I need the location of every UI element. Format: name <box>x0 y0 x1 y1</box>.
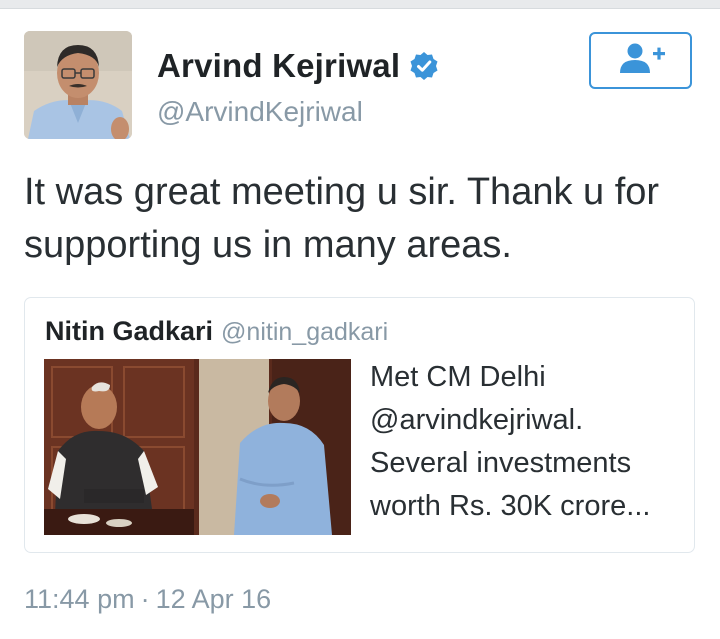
timestamp-time: 11:44 pm <box>24 584 135 614</box>
follow-button[interactable] <box>589 32 692 89</box>
quoted-author-name: Nitin Gadkari <box>45 316 214 346</box>
quoted-tweet[interactable]: Nitin Gadkari @nitin_gadkari Met CM Delh… <box>24 297 695 553</box>
tweet-text: It was great meeting u sir. Thank u for … <box>24 166 704 272</box>
verified-badge-icon <box>408 50 440 82</box>
tweet-text-line: It was great meeting u sir. Thank u for <box>24 171 660 213</box>
quoted-tweet-header: Nitin Gadkari @nitin_gadkari <box>45 316 388 347</box>
follow-user-icon <box>615 42 667 79</box>
quoted-tweet-text: Met CM Delhi @arvindkejriwal. Several in… <box>370 356 690 528</box>
author-display-name[interactable]: Arvind Kejriwal <box>157 47 400 85</box>
author-handle[interactable]: @ArvindKejriwal <box>157 96 363 128</box>
timestamp-separator: · <box>140 584 150 614</box>
tweet-card: Arvind Kejriwal @ArvindKejriwal It was g… <box>0 8 720 639</box>
tweet-text-line: supporting us in many areas. <box>24 224 512 266</box>
quoted-text-line: worth Rs. 30K crore... <box>370 490 651 522</box>
quoted-text-line: Met CM Delhi <box>370 361 546 393</box>
quoted-text-line[interactable]: @arvindkejriwal. <box>370 399 690 442</box>
quoted-author-handle: @nitin_gadkari <box>221 318 389 346</box>
avatar[interactable] <box>24 31 132 139</box>
author-name-row[interactable]: Arvind Kejriwal <box>157 47 440 85</box>
quoted-tweet-photo[interactable] <box>44 359 351 535</box>
timestamp-date: 12 Apr 16 <box>155 584 272 614</box>
tweet-timestamp[interactable]: 11:44 pm · 12 Apr 16 <box>24 584 271 615</box>
quoted-text-line: Several investments <box>370 447 632 479</box>
